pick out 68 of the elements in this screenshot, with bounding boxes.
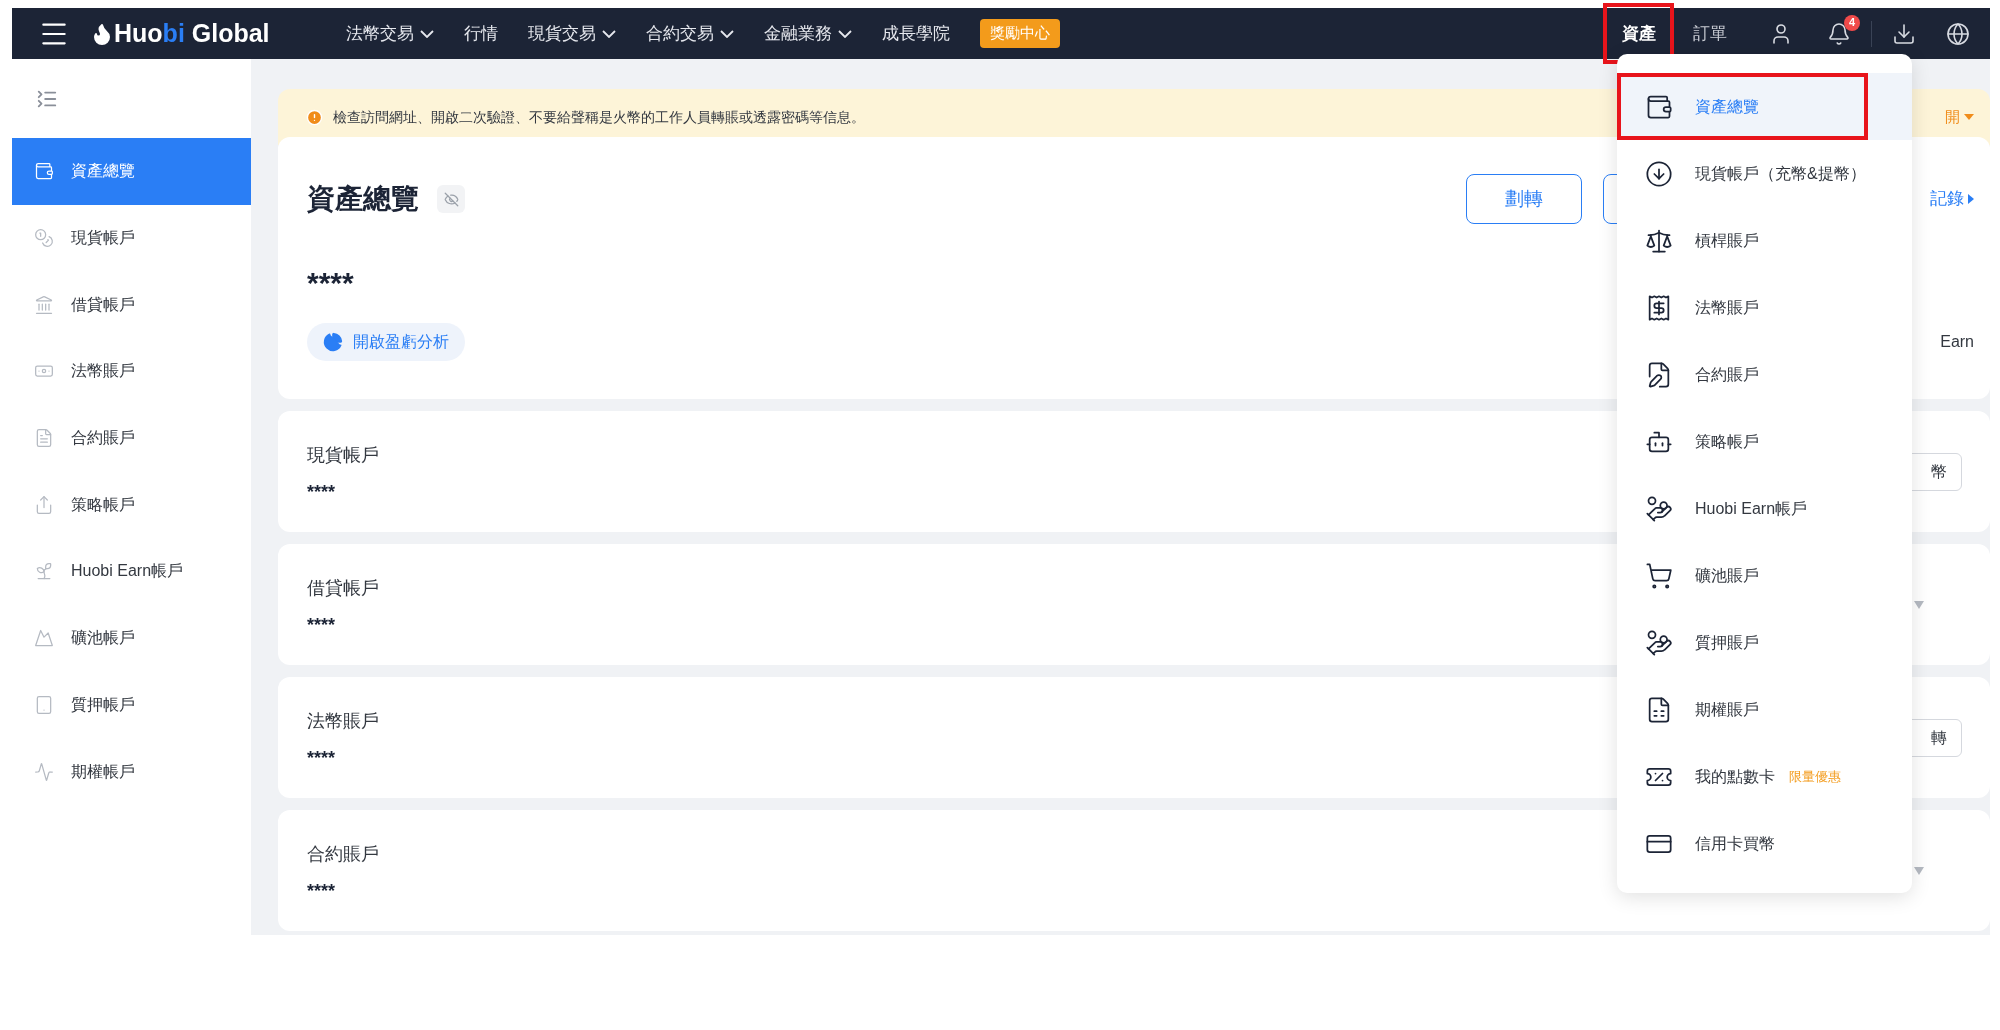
account-name: 現貨帳戶 — [307, 444, 379, 467]
account-balance: **** — [307, 882, 337, 900]
notice-text: 檢查訪問網址、開啟二次驗證、不要給聲稱是火幣的工作人員轉賬或透露密碼等信息。 — [333, 107, 865, 127]
nav-tab[interactable]: 資產 — [1621, 20, 1656, 47]
eye-off-icon — [443, 191, 459, 207]
hand-coins-icon — [1645, 628, 1673, 657]
chevron-down-icon — [719, 29, 734, 38]
dropdown-item[interactable]: 礦池賬戶 — [1617, 542, 1912, 609]
sidebar-item[interactable]: 借貸帳戶 — [12, 271, 251, 339]
dropdown-item[interactable]: 槓桿賬戶 — [1617, 207, 1912, 274]
wallet-icon — [34, 161, 54, 182]
account-name: 合約賬戶 — [307, 843, 379, 866]
hide-balance-button[interactable] — [437, 185, 465, 213]
dropdown-item[interactable]: 質押賬戶 — [1617, 609, 1912, 676]
nav-menu[interactable]: 金融業務 — [763, 20, 852, 47]
promo-label: 限量優惠 — [1789, 767, 1841, 786]
coins-icon — [34, 228, 54, 249]
chevron-down-icon — [601, 29, 616, 38]
sidebar-item[interactable]: 合約賬戶 — [12, 404, 251, 472]
account-name: 借貸帳戶 — [307, 577, 379, 600]
nav-menu[interactable]: 法幣交易 — [345, 20, 434, 47]
bank-icon — [34, 294, 54, 315]
nav-link[interactable]: 行情 — [463, 20, 498, 47]
sprout-icon — [34, 561, 54, 582]
earn-label: Earn — [1940, 332, 1974, 352]
nav-link[interactable]: 成長學院 — [881, 20, 950, 47]
bell-icon[interactable] — [1827, 21, 1851, 46]
download-icon[interactable] — [1892, 21, 1916, 46]
sidebar-item[interactable]: 法幣賬戶 — [12, 338, 251, 405]
nav-menu[interactable]: 現貨交易 — [527, 20, 616, 47]
chevron-down-icon — [837, 29, 852, 38]
account-balance: **** — [307, 749, 337, 767]
notification-count: 4 — [1844, 14, 1860, 31]
chevron-down-icon — [419, 29, 434, 38]
sidebar-item[interactable]: 礦池帳戶 — [12, 604, 251, 672]
nav-menu[interactable]: 合約交易 — [645, 20, 734, 47]
profit-analysis-button[interactable]: 開啟盈虧分析 — [307, 323, 465, 361]
account-name: 法幣賬戶 — [307, 710, 379, 733]
history-link[interactable]: 記錄 — [1930, 186, 1974, 212]
dropdown-item[interactable]: 合約賬戶 — [1617, 341, 1912, 408]
pulse-icon — [34, 761, 54, 782]
account-balance: **** — [307, 616, 337, 634]
sidebar-item[interactable]: 資產總覽 — [12, 138, 251, 205]
logo-text: Huobi Global — [114, 17, 270, 49]
mountain-icon — [34, 628, 54, 649]
account-balance: **** — [307, 483, 337, 501]
hand-coins-icon — [1645, 494, 1673, 523]
transfer-button[interactable]: 劃轉 — [1466, 174, 1582, 224]
document-icon — [34, 428, 54, 449]
sidebar-item[interactable]: 策略帳戶 — [12, 471, 251, 539]
sidebar-item[interactable]: 期權帳戶 — [12, 738, 251, 805]
page-title: 資產總覽 — [307, 182, 419, 216]
arrow-down-circle-icon — [1645, 159, 1673, 188]
nav-tab[interactable]: 訂單 — [1692, 20, 1727, 47]
dropdown-item[interactable]: 法幣賬戶 — [1617, 274, 1912, 341]
share-icon — [34, 494, 54, 515]
tablet-icon — [34, 694, 54, 715]
dropdown-item[interactable]: 資產總覽 — [1617, 73, 1912, 140]
dropdown-item[interactable]: 現貨帳戶（充幣&提幣） — [1617, 140, 1912, 207]
globe-icon[interactable] — [1946, 21, 1970, 46]
sidebar-item[interactable]: 質押帳戶 — [12, 671, 251, 739]
dropdown-item[interactable]: 信用卡買幣 — [1617, 810, 1912, 877]
pie-chart-icon — [323, 332, 343, 352]
sidebar-item[interactable]: 現貨帳戶 — [12, 204, 251, 272]
warning-icon — [306, 108, 323, 126]
sidebar-item[interactable]: Huobi Earn帳戶 — [12, 538, 251, 605]
cart-icon — [1645, 561, 1673, 590]
total-balance: **** — [307, 268, 354, 298]
